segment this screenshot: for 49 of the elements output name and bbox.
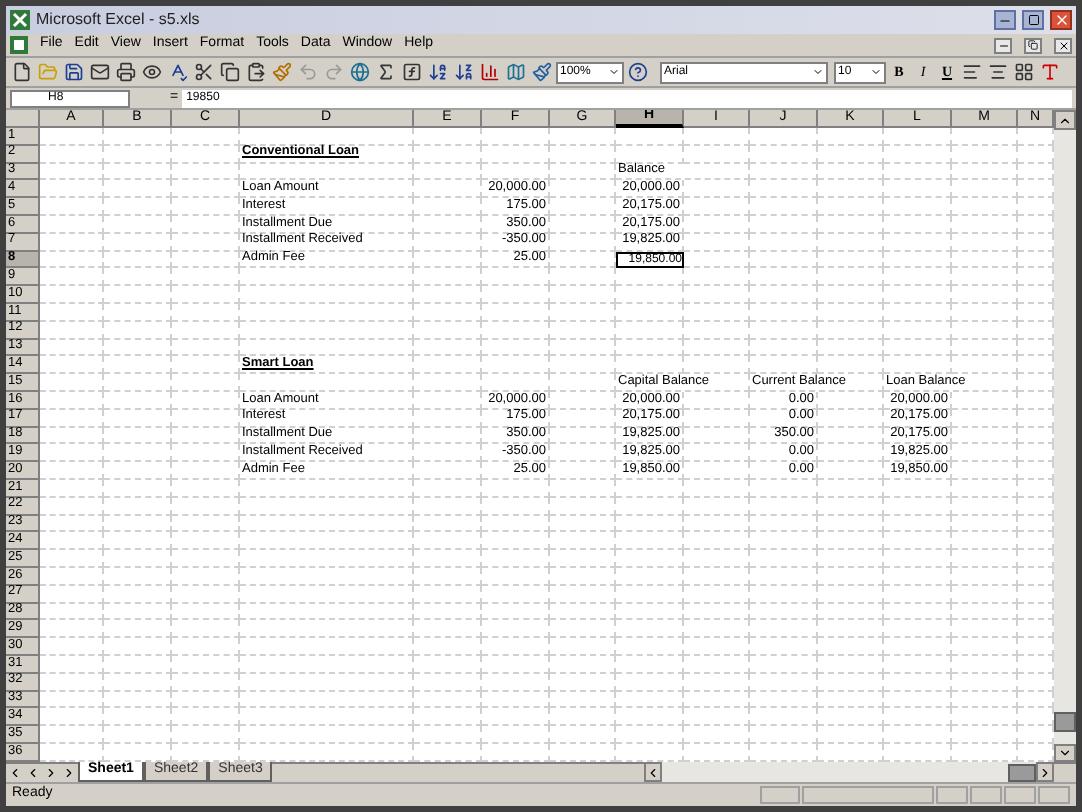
help-icon[interactable] [626, 60, 650, 84]
font-color-icon[interactable] [1038, 60, 1062, 84]
chevron-down-icon [1058, 745, 1072, 760]
maximize-icon [1027, 14, 1039, 26]
minimize-button[interactable] [994, 37, 1012, 53]
preview-icon[interactable] [140, 60, 164, 84]
document-icon[interactable] [10, 36, 28, 54]
close-icon [1057, 39, 1069, 51]
vertical-scrollbar[interactable] [1054, 110, 1076, 762]
chevron-up-icon [1058, 113, 1072, 127]
close-icon [1053, 12, 1069, 28]
spelling-icon[interactable] [166, 60, 190, 84]
sort-ascending-icon[interactable] [426, 60, 450, 84]
chevron-down-icon [608, 66, 620, 78]
scroll-down-button[interactable] [1054, 743, 1076, 762]
scissors-icon[interactable] [192, 60, 216, 84]
chevron-down-icon [870, 66, 882, 78]
sum-icon[interactable] [374, 60, 398, 84]
chevron-down-icon [812, 66, 824, 78]
copy-icon[interactable] [218, 60, 242, 84]
save-icon[interactable] [62, 60, 86, 84]
map-icon[interactable] [504, 60, 528, 84]
align-center-icon[interactable] [986, 60, 1010, 84]
excel-logo-icon [10, 10, 30, 30]
borders-icon[interactable] [1012, 60, 1036, 84]
close-button[interactable] [1054, 37, 1072, 53]
restore-icon [1028, 40, 1038, 50]
scroll-thumb[interactable] [1054, 711, 1076, 732]
window-title: Microsoft Excel - s5.xls [36, 8, 202, 32]
drawing-icon[interactable] [530, 60, 554, 84]
scroll-thumb[interactable] [1008, 763, 1036, 782]
scroll-up-button[interactable] [1054, 110, 1076, 130]
maximize-button[interactable] [1022, 10, 1044, 30]
chevron-left-icon [646, 765, 660, 780]
sort-descending-icon[interactable] [452, 60, 476, 84]
globe-icon[interactable] [348, 60, 372, 84]
horizontal-scrollbar[interactable] [644, 762, 1054, 783]
printer-icon[interactable] [114, 60, 138, 84]
paste-icon[interactable] [244, 60, 268, 84]
close-button[interactable] [1050, 10, 1072, 30]
restore-button[interactable] [1024, 37, 1042, 53]
new-icon[interactable] [10, 60, 34, 84]
chevron-right-icon [1038, 765, 1052, 780]
chart-icon[interactable] [478, 60, 502, 84]
mail-icon[interactable] [88, 60, 112, 84]
align-left-icon[interactable] [960, 60, 984, 84]
scroll-right-button[interactable] [1036, 762, 1054, 783]
scroll-left-button[interactable] [644, 762, 662, 783]
function-icon[interactable] [400, 60, 424, 84]
